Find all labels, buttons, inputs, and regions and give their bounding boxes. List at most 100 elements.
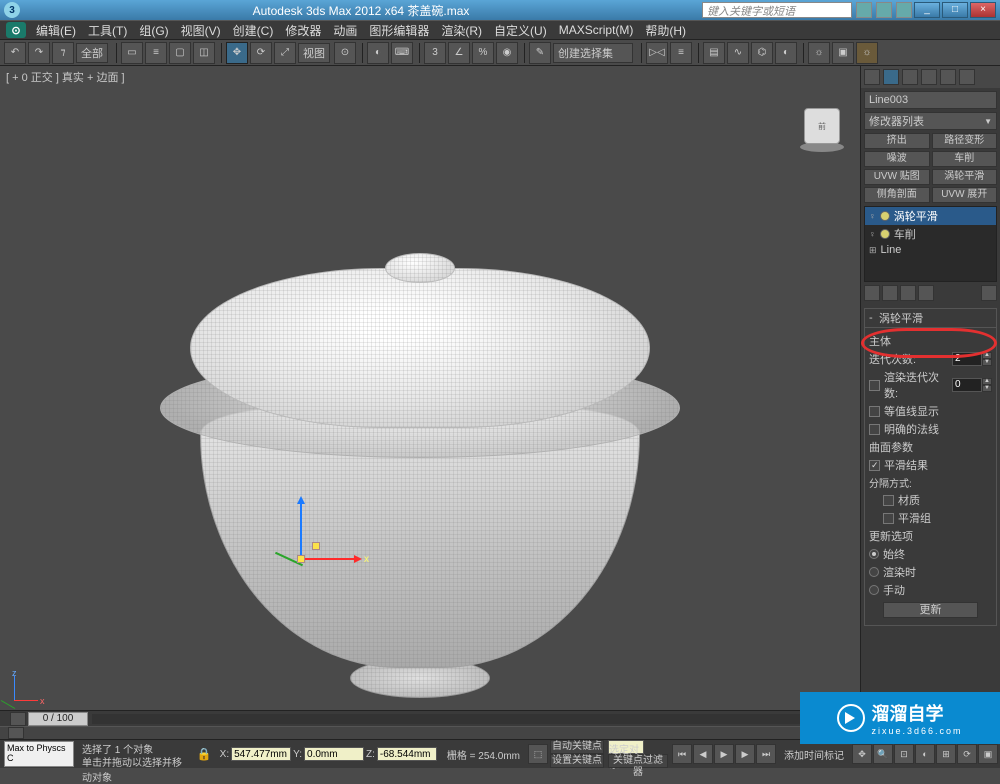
close-button[interactable]: × — [970, 2, 996, 18]
spinner-up-icon[interactable]: ▲ — [982, 352, 992, 359]
redo-icon[interactable]: ↷ — [28, 42, 50, 64]
create-tab-icon[interactable] — [864, 69, 880, 85]
menu-modifiers[interactable]: 修改器 — [285, 22, 321, 39]
update-manual-radio[interactable] — [869, 585, 879, 595]
explicit-checkbox[interactable] — [869, 424, 880, 435]
render-icon[interactable]: ☼ — [856, 42, 878, 64]
key-filters-button[interactable]: 关键点过滤器 — [608, 754, 668, 768]
show-end-result-icon[interactable] — [882, 285, 898, 301]
btn-noise[interactable]: 噪波 — [864, 151, 930, 167]
gizmo-y-axis-icon[interactable] — [300, 498, 302, 558]
btn-uvwunwrap[interactable]: UVW 展开 — [932, 187, 998, 203]
time-tag-button[interactable]: 添加时间标记 — [784, 747, 844, 762]
percent-snap-icon[interactable]: % — [472, 42, 494, 64]
isoline-checkbox[interactable] — [869, 406, 880, 417]
select-scale-icon[interactable]: ⤢ — [274, 42, 296, 64]
modifier-stack[interactable]: ♀涡轮平滑 ♀车削 ⊞Line — [864, 206, 997, 282]
btn-sweep[interactable]: 侧角剖面 — [864, 187, 930, 203]
stack-item-line[interactable]: ⊞Line — [865, 243, 996, 257]
motion-tab-icon[interactable] — [921, 69, 937, 85]
stack-item-lathe[interactable]: ♀车削 — [865, 225, 996, 243]
configure-sets-icon[interactable] — [981, 285, 997, 301]
track-button-icon[interactable] — [8, 727, 24, 739]
sep-smgroup-checkbox[interactable] — [883, 513, 894, 524]
menu-views[interactable]: 视图(V) — [181, 22, 221, 39]
modifier-list-combo[interactable]: 修改器列表 — [864, 112, 997, 130]
viewport[interactable]: 前 x z x — [0, 88, 860, 710]
sep-material-checkbox[interactable] — [883, 495, 894, 506]
curve-editor-icon[interactable]: ∿ — [727, 42, 749, 64]
menu-animation[interactable]: 动画 — [333, 22, 357, 39]
named-selection-combo[interactable]: 创建选择集 — [553, 43, 633, 63]
time-slider-handle[interactable]: 0 / 100 — [28, 712, 88, 726]
viewcube[interactable]: 前 — [800, 108, 844, 152]
material-editor-icon[interactable]: ◐ — [775, 42, 797, 64]
menu-graph[interactable]: 图形编辑器 — [369, 22, 429, 39]
rendered-frame-icon[interactable]: ▣ — [832, 42, 854, 64]
render-iters-spinner[interactable]: 0 — [952, 378, 982, 392]
menu-rendering[interactable]: 渲染(R) — [441, 22, 482, 39]
menu-edit[interactable]: 编辑(E) — [36, 22, 76, 39]
lock-selection-icon[interactable]: 🔒 — [197, 747, 212, 761]
menu-group[interactable]: 组(G) — [139, 22, 168, 39]
btn-extrude[interactable]: 挤出 — [864, 133, 930, 149]
maximize-button[interactable]: □ — [942, 2, 968, 18]
layer-manager-icon[interactable]: ▤ — [703, 42, 725, 64]
menu-maxscript[interactable]: MAXScript(M) — [559, 23, 634, 37]
hierarchy-tab-icon[interactable] — [902, 69, 918, 85]
infocenter-icon[interactable] — [856, 2, 872, 18]
mirror-icon[interactable]: ▷◁ — [646, 42, 668, 64]
coord-y-input[interactable] — [304, 747, 364, 761]
ref-coord-combo[interactable]: 视图 — [298, 43, 330, 63]
edit-named-sel-icon[interactable]: ✎ — [529, 42, 551, 64]
keyboard-shortcut-icon[interactable]: ⌨ — [391, 42, 413, 64]
render-iters-checkbox[interactable] — [869, 380, 880, 391]
autokey-button[interactable]: 自动关键点 — [550, 740, 604, 754]
update-always-radio[interactable] — [869, 549, 879, 559]
menu-customize[interactable]: 自定义(U) — [494, 22, 547, 39]
isolate-icon[interactable]: ⬚ — [528, 744, 548, 764]
selection-filter-combo[interactable]: 全部 — [76, 43, 108, 63]
smooth-result-checkbox[interactable] — [869, 460, 880, 471]
orbit-icon[interactable]: ⟳ — [957, 744, 977, 764]
select-manipulate-icon[interactable]: ◐ — [367, 42, 389, 64]
time-config-icon[interactable] — [10, 712, 26, 726]
bulb-icon[interactable] — [880, 211, 890, 221]
btn-turbosmooth[interactable]: 涡轮平滑 — [932, 169, 998, 185]
render-setup-icon[interactable]: ☼ — [808, 42, 830, 64]
iterations-spinner[interactable]: 2 — [952, 352, 982, 366]
spinner-down-icon[interactable]: ▼ — [982, 359, 992, 366]
prev-frame-icon[interactable]: ◀ — [693, 744, 713, 764]
btn-lathe[interactable]: 车削 — [932, 151, 998, 167]
align-icon[interactable]: ≡ — [670, 42, 692, 64]
select-move-icon[interactable]: ✥ — [226, 42, 248, 64]
menu-create[interactable]: 创建(C) — [233, 22, 274, 39]
goto-end-icon[interactable]: ⏭ — [756, 744, 776, 764]
utilities-tab-icon[interactable] — [959, 69, 975, 85]
display-tab-icon[interactable] — [940, 69, 956, 85]
model-teacup[interactable] — [160, 228, 680, 710]
fov-icon[interactable]: ◐ — [915, 744, 935, 764]
help-icon[interactable] — [896, 2, 912, 18]
maxscript-listener[interactable]: Max to Physcs C — [4, 741, 74, 767]
bulb-icon[interactable] — [880, 229, 890, 239]
use-center-icon[interactable]: ⊙ — [334, 42, 356, 64]
update-button[interactable]: 更新 — [883, 602, 978, 618]
btn-pathdeform[interactable]: 路径变形 — [932, 133, 998, 149]
spinner-snap-icon[interactable]: ◉ — [496, 42, 518, 64]
goto-start-icon[interactable]: ⏮ — [672, 744, 692, 764]
play-icon[interactable]: ▶ — [714, 744, 734, 764]
viewport-label[interactable]: [ + 0 正交 ] 真实 + 边面 ] — [0, 66, 860, 88]
snap-3d-icon[interactable]: 3 — [424, 42, 446, 64]
make-unique-icon[interactable] — [900, 285, 916, 301]
gizmo-x-axis-icon[interactable] — [300, 558, 360, 560]
select-object-icon[interactable]: ▭ — [121, 42, 143, 64]
gizmo-plane-handle[interactable] — [312, 542, 320, 550]
zoom-all-icon[interactable]: ⊞ — [936, 744, 956, 764]
angle-snap-icon[interactable]: ∠ — [448, 42, 470, 64]
help-search-input[interactable]: 键入关键字或短语 — [702, 2, 852, 18]
object-name-field[interactable]: Line003 — [864, 91, 997, 109]
next-frame-icon[interactable]: ▶ — [735, 744, 755, 764]
min-max-viewport-icon[interactable]: ▣ — [978, 744, 998, 764]
remove-modifier-icon[interactable] — [918, 285, 934, 301]
